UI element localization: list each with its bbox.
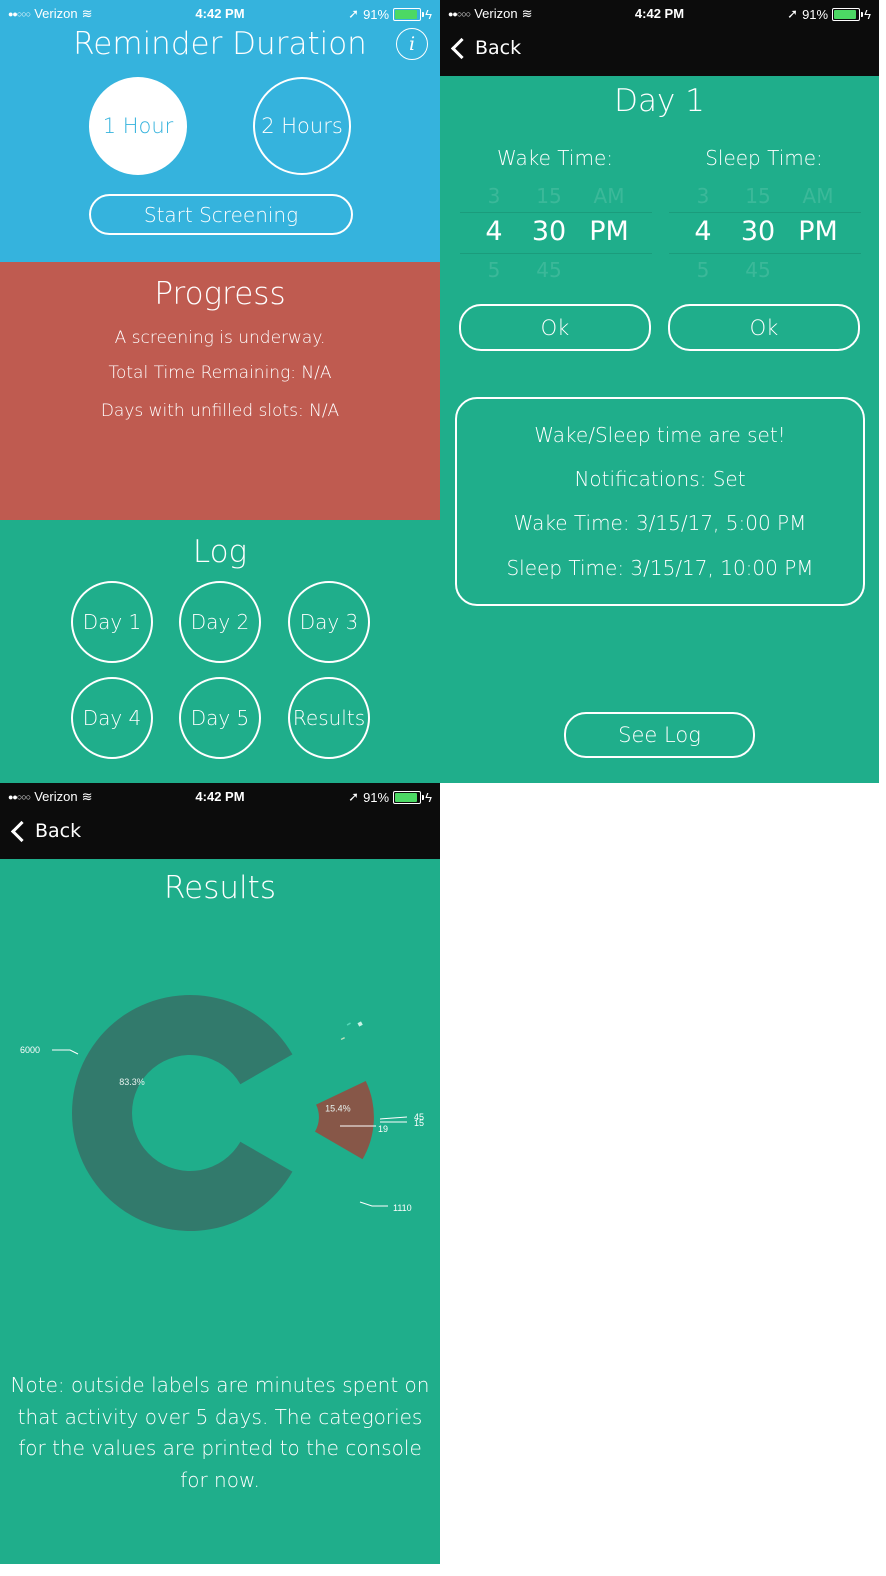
chart-value-label-6000: 6000 bbox=[20, 1045, 40, 1055]
status-bar: ●●○○○ Verizon ≋ 4:42 PM ➚ 91% ϟ bbox=[0, 783, 440, 811]
results-donut-chart: 83.3%15.4%60004515191110 bbox=[20, 995, 424, 1231]
log-results-button[interactable]: Results bbox=[288, 677, 370, 759]
sleep-time-line: Sleep Time: 3/15/17, 10:00 PM bbox=[506, 556, 814, 580]
log-day-2-button[interactable]: Day 2 bbox=[179, 581, 261, 663]
reminder-duration-section: ●●○○○ Verizon ≋ 4:42 PM ➚ 91% ϟ Reminder Dur… bbox=[0, 0, 440, 262]
chart-leader-line-45 bbox=[379, 1116, 408, 1120]
battery-percent: 91% bbox=[363, 6, 390, 22]
chart-slice-45 bbox=[357, 1021, 363, 1027]
chevron-left-icon bbox=[10, 820, 33, 842]
home-screen: ●●○○○ Verizon ≋ 4:42 PM ➚ 91% ϟ Reminder Dur… bbox=[0, 0, 440, 783]
progress-status-line: A screening is underway. bbox=[114, 328, 326, 348]
unfilled-slots-line: Days with unfilled slots: N/A bbox=[100, 401, 340, 421]
chart-leader-line-1110 bbox=[359, 1201, 388, 1207]
back-label: Back bbox=[475, 37, 522, 59]
chart-value-label-15: 15 bbox=[414, 1118, 424, 1128]
info-button[interactable]: i bbox=[396, 28, 428, 60]
log-day-1-button[interactable]: Day 1 bbox=[71, 581, 153, 663]
duration-1-hour-button[interactable]: 1 Hour bbox=[89, 77, 187, 175]
wake-ok-button[interactable]: Ok bbox=[459, 304, 651, 351]
duration-2-hours-button[interactable]: 2 Hours bbox=[253, 77, 351, 175]
chart-value-label-1110: 1110 bbox=[393, 1203, 412, 1213]
wake-time-label: Wake Time: bbox=[497, 146, 613, 170]
location-arrow-icon: ➚ bbox=[348, 789, 360, 804]
wake-time-picker[interactable]: 3 15 AM 4 30 PM 5 45 bbox=[460, 180, 652, 282]
charging-bolt-icon: ϟ bbox=[864, 6, 871, 22]
battery-icon bbox=[393, 7, 425, 21]
status-set-line: Wake/Sleep time are set! bbox=[534, 423, 786, 447]
nav-bar: ●●○○○ Verizon ≋ 4:42 PM ➚ 91% ϟ Back bbox=[440, 0, 879, 76]
sleep-time-picker[interactable]: 3 15 AM 4 30 PM 5 45 bbox=[669, 180, 861, 282]
log-section: Log Day 1 Day 2 Day 3 Day 4 Day 5 Result… bbox=[0, 520, 440, 783]
wake-time-line: Wake Time: 3/15/17, 5:00 PM bbox=[513, 511, 807, 535]
chart-slice-19 bbox=[340, 1037, 345, 1041]
log-day-4-button[interactable]: Day 4 bbox=[71, 677, 153, 759]
wake-selected-row: 4 30 PM bbox=[460, 216, 652, 247]
wake-period: PM bbox=[589, 216, 629, 247]
chart-leader-line-6000 bbox=[52, 1049, 79, 1055]
results-screen: ●●○○○ Verizon ≋ 4:42 PM ➚ 91% ϟ Back Results… bbox=[0, 783, 440, 1564]
results-note: Note: outside labels are minutes spent o… bbox=[10, 1373, 430, 1492]
chevron-left-icon bbox=[450, 37, 473, 59]
start-screening-button[interactable]: Start Screening bbox=[89, 194, 353, 235]
battery-icon bbox=[393, 790, 425, 804]
sleep-time-label: Sleep Time: bbox=[705, 146, 823, 170]
status-summary-box: Wake/Sleep time are set! Notifications: … bbox=[455, 397, 865, 606]
log-day-5-button[interactable]: Day 5 bbox=[179, 677, 261, 759]
log-day-3-button[interactable]: Day 3 bbox=[288, 581, 370, 663]
time-remaining-line: Total Time Remaining: N/A bbox=[108, 363, 332, 383]
status-bar: ●●○○○ Verizon ≋ 4:42 PM ➚ 91% ϟ bbox=[440, 0, 879, 28]
back-button[interactable]: Back bbox=[10, 820, 81, 842]
sleep-minute: 30 bbox=[740, 216, 776, 247]
progress-title: Progress bbox=[154, 276, 286, 312]
sleep-ok-button[interactable]: Ok bbox=[668, 304, 860, 351]
status-bar: ●●○○○ Verizon ≋ 4:42 PM ➚ 91% ϟ bbox=[0, 0, 440, 28]
chart-percent-label-6000: 83.3% bbox=[119, 1077, 145, 1087]
results-title: Results bbox=[164, 870, 276, 906]
sleep-selected-row: 4 30 PM bbox=[669, 216, 861, 247]
log-title: Log bbox=[192, 534, 248, 570]
day-screen: ●●○○○ Verizon ≋ 4:42 PM ➚ 91% ϟ Back Day 1 W… bbox=[440, 0, 879, 783]
back-button[interactable]: Back bbox=[450, 37, 521, 59]
battery-percent: 91% bbox=[802, 6, 829, 22]
sleep-period: PM bbox=[798, 216, 838, 247]
battery-icon bbox=[832, 7, 864, 21]
nav-bar: ●●○○○ Verizon ≋ 4:42 PM ➚ 91% ϟ Back bbox=[0, 783, 440, 859]
wake-hour: 4 bbox=[485, 216, 503, 247]
notifications-line: Notifications: Set bbox=[574, 467, 746, 491]
chart-slice-15 bbox=[346, 1022, 351, 1026]
chart-slice-1110 bbox=[314, 1080, 374, 1160]
day-title: Day 1 bbox=[614, 83, 705, 119]
charging-bolt-icon: ϟ bbox=[425, 789, 432, 805]
battery-percent: 91% bbox=[363, 789, 390, 805]
back-label: Back bbox=[35, 820, 82, 842]
info-icon: i bbox=[408, 33, 416, 55]
chart-percent-label-1110: 15.4% bbox=[325, 1103, 351, 1113]
chart-value-label-19: 19 bbox=[378, 1124, 388, 1134]
chart-slice-6000 bbox=[72, 995, 293, 1231]
reminder-duration-title: Reminder Duration bbox=[73, 26, 367, 62]
wake-minute: 30 bbox=[531, 216, 567, 247]
location-arrow-icon: ➚ bbox=[348, 6, 360, 21]
progress-section: Progress A screening is underway. Total … bbox=[0, 262, 440, 520]
charging-bolt-icon: ϟ bbox=[425, 6, 432, 22]
see-log-button[interactable]: See Log bbox=[564, 712, 755, 758]
location-arrow-icon: ➚ bbox=[787, 6, 799, 21]
sleep-hour: 4 bbox=[694, 216, 712, 247]
